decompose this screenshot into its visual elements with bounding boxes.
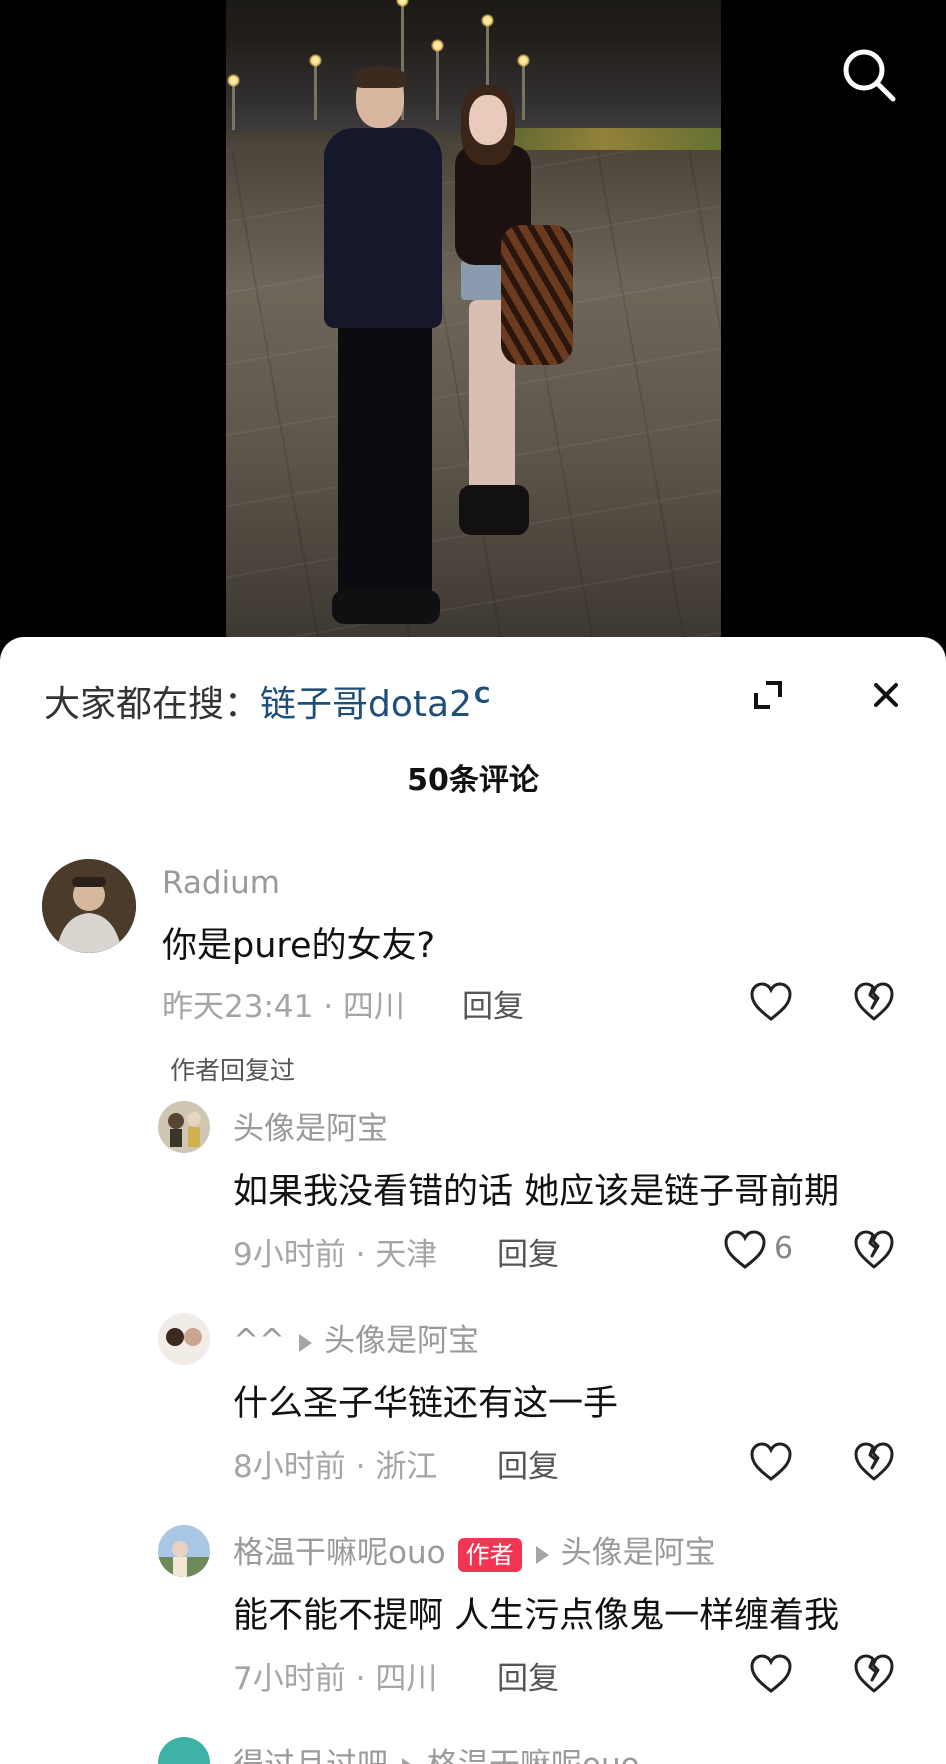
close-icon [874, 683, 898, 707]
reply-username: ^^ 头像是阿宝 [233, 1315, 479, 1360]
small-search-icon: 𝗖 [473, 684, 491, 709]
reply-arrow-icon [298, 1333, 312, 1352]
like-button[interactable] [748, 981, 794, 1023]
reply-item: ^^ 头像是阿宝 什么圣子华链还有这一手 8小时前 · 浙江 回复 [0, 1311, 946, 1491]
heart-icon [724, 1230, 766, 1269]
avatar[interactable] [158, 1101, 210, 1153]
reply-username: 格温干嘛呢ouo 作者 头像是阿宝 [233, 1527, 716, 1572]
heart-icon [750, 1654, 792, 1693]
avatar-image [42, 859, 136, 953]
reply-button[interactable]: 回复 [497, 1229, 559, 1274]
broken-heart-icon [854, 982, 894, 1021]
search-suggestion[interactable]: 大家都在搜：链子哥dota2𝗖 [44, 675, 490, 727]
reply-location: 浙江 [375, 1449, 438, 1485]
avatar[interactable] [158, 1525, 210, 1577]
reply-meta: 9小时前 · 天津 [233, 1229, 437, 1274]
broken-heart-icon [854, 1654, 894, 1693]
comment-location: 四川 [342, 989, 405, 1025]
reply-arrow-icon [535, 1545, 549, 1564]
avatar-image [158, 1525, 210, 1577]
meta-separator: · [323, 989, 334, 1025]
video-frame [226, 0, 721, 640]
expand-icon [754, 681, 782, 709]
avatar[interactable] [158, 1737, 210, 1764]
meta-separator: · [355, 1237, 366, 1273]
dislike-button[interactable] [852, 1441, 896, 1483]
comment-text: 你是pure的女友? [162, 926, 436, 966]
reply-item: 格温干嘛呢ouo 作者 头像是阿宝 能不能不提啊 人生污点像鬼一样缠着我 7小时前 … [0, 1523, 946, 1703]
avatar[interactable] [158, 1313, 210, 1365]
reply-to-name[interactable]: 格温干嘛呢ouo [427, 1747, 640, 1764]
reply-item: 得过且过吧 格温干嘛呢ouo [0, 1735, 946, 1764]
like-button[interactable] [722, 1229, 768, 1271]
video-player[interactable] [0, 0, 946, 660]
comment-item: Radium 你是pure的女友? 昨天23:41 · 四川 回复 作者回复过 [0, 855, 946, 1085]
reply-time: 9小时前 [233, 1237, 346, 1273]
expand-button[interactable] [750, 677, 786, 713]
heart-icon [750, 982, 792, 1021]
meta-separator: · [355, 1661, 366, 1697]
reply-to-name[interactable]: 头像是阿宝 [561, 1535, 716, 1571]
close-button[interactable] [866, 675, 906, 715]
dislike-button[interactable] [852, 1229, 896, 1271]
avatar-image [158, 1313, 210, 1365]
reply-button[interactable]: 回复 [497, 1441, 559, 1486]
reply-meta: 7小时前 · 四川 [233, 1653, 437, 1698]
reply-location: 四川 [375, 1661, 438, 1697]
author-badge: 作者 [457, 1537, 522, 1572]
reply-author-name[interactable]: 格温干嘛呢ouo [233, 1535, 446, 1571]
like-button[interactable] [748, 1653, 794, 1695]
reply-username: 得过且过吧 格温干嘛呢ouo [233, 1739, 640, 1764]
reply-text: 能不能不提啊 人生污点像鬼一样缠着我 [233, 1596, 840, 1636]
avatar[interactable] [42, 859, 136, 953]
like-count: 6 [774, 1231, 794, 1266]
reply-author-name[interactable]: 得过且过吧 [233, 1747, 388, 1764]
reply-button[interactable]: 回复 [462, 981, 524, 1026]
author-replied-label: 作者回复过 [170, 1056, 296, 1085]
reply-username[interactable]: 头像是阿宝 [233, 1103, 388, 1148]
broken-heart-icon [854, 1442, 894, 1481]
reply-arrow-icon [402, 1757, 415, 1764]
reply-to-name[interactable]: 头像是阿宝 [324, 1323, 479, 1359]
search-icon [843, 49, 896, 102]
reply-text: 什么圣子华链还有这一手 [233, 1384, 619, 1424]
reply-time: 7小时前 [233, 1661, 346, 1697]
reply-text: 如果我没看错的话 她应该是链子哥前期 [233, 1172, 840, 1212]
comment-count-title: 50条评论 [407, 763, 539, 798]
avatar-image [158, 1101, 210, 1153]
suggestion-prefix: 大家都在搜： [44, 684, 261, 725]
reply-time: 8小时前 [233, 1449, 346, 1485]
sheet-header: 大家都在搜：链子哥dota2𝗖 [0, 637, 946, 737]
comment-time: 昨天23:41 [162, 989, 314, 1025]
reply-button[interactable]: 回复 [497, 1653, 559, 1698]
reply-meta: 8小时前 · 浙江 [233, 1441, 437, 1486]
comment-meta: 昨天23:41 · 四川 [162, 981, 405, 1026]
meta-separator: · [355, 1449, 366, 1485]
reply-author-name[interactable]: ^^ [233, 1323, 285, 1359]
reply-location: 天津 [375, 1237, 438, 1273]
like-button[interactable] [748, 1441, 794, 1483]
broken-heart-icon [854, 1230, 894, 1269]
dislike-button[interactable] [852, 1653, 896, 1695]
heart-icon [750, 1442, 792, 1481]
search-button[interactable] [838, 44, 900, 106]
dislike-button[interactable] [852, 981, 896, 1023]
comment-sheet: 大家都在搜：链子哥dota2𝗖 50条评论 Radium 你是pure的女友? … [0, 637, 946, 1764]
person-man [304, 66, 464, 640]
street-lamp [227, 74, 240, 130]
suggestion-keyword[interactable]: 链子哥dota2 [260, 684, 472, 725]
comment-username[interactable]: Radium [162, 865, 280, 901]
reply-item: 头像是阿宝 如果我没看错的话 她应该是链子哥前期 9小时前 · 天津 回复 6 [0, 1099, 946, 1279]
